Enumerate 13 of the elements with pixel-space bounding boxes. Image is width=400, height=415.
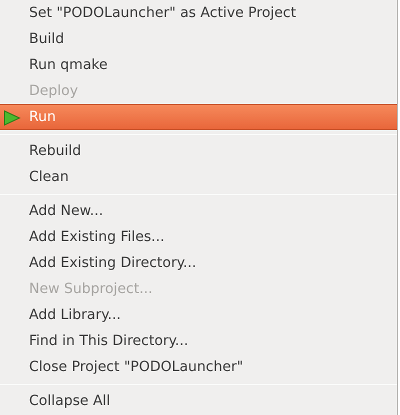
menu-item[interactable]: Build — [0, 26, 397, 52]
menu-item[interactable]: Collapse All — [0, 388, 397, 414]
menu-item[interactable]: Close Project "PODOLauncher" — [0, 354, 397, 380]
menu-item[interactable]: Add Existing Directory... — [0, 250, 397, 276]
menu-item[interactable]: Run qmake — [0, 52, 397, 78]
menu-item[interactable]: Find in This Directory... — [0, 328, 397, 354]
menu-item[interactable]: Clean — [0, 164, 397, 190]
menu-item[interactable]: Add New... — [0, 198, 397, 224]
menu-item[interactable]: Add Existing Files... — [0, 224, 397, 250]
menu-item[interactable]: Set "PODOLauncher" as Active Project — [0, 0, 397, 26]
menu-item[interactable]: Add Library... — [0, 302, 397, 328]
play-icon — [3, 110, 21, 126]
menu-item[interactable]: Rebuild — [0, 138, 397, 164]
